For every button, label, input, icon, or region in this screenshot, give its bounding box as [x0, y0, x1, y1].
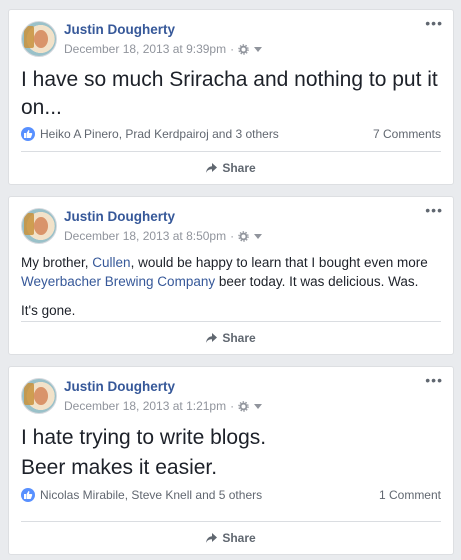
chevron-down-icon[interactable] [254, 46, 263, 52]
post-meta: December 18, 2013 at 9:39pm · [64, 42, 263, 56]
avatar-glass [24, 383, 34, 405]
like-icon [21, 488, 35, 502]
comments-count[interactable]: 1 Comment [379, 488, 441, 502]
avatar-glass [24, 213, 34, 235]
like-icon [21, 127, 35, 141]
mention-link[interactable]: Cullen [92, 255, 130, 270]
author-name[interactable]: Justin Dougherty [64, 379, 175, 394]
author-name[interactable]: Justin Dougherty [64, 209, 175, 224]
share-arrow-icon [206, 533, 218, 543]
chevron-down-icon[interactable] [254, 233, 263, 239]
reactions-text[interactable]: Nicolas Mirabile, Steve Knell and 5 othe… [40, 488, 262, 502]
post-card: Justin Dougherty December 18, 2013 at 1:… [8, 366, 454, 555]
post-meta: December 18, 2013 at 1:21pm · [64, 399, 263, 413]
more-options-icon[interactable]: ••• [425, 16, 443, 30]
post-header: Justin Dougherty December 18, 2013 at 1:… [9, 367, 453, 423]
avatar-face [34, 387, 48, 405]
gear-icon[interactable] [238, 230, 249, 242]
more-options-icon[interactable]: ••• [425, 373, 443, 387]
share-button[interactable]: Share [21, 521, 441, 554]
timestamp[interactable]: December 18, 2013 at 8:50pm [64, 229, 226, 243]
reactions-text[interactable]: Heiko A Pinero, Prad Kerdpairoj and 3 ot… [40, 127, 279, 141]
page-link[interactable]: Weyerbacher Brewing Company [21, 274, 215, 289]
gear-icon[interactable] [238, 400, 249, 412]
reactions-row: Heiko A Pinero, Prad Kerdpairoj and 3 ot… [21, 124, 441, 144]
post-text-line: Beer makes it easier. [21, 456, 218, 479]
chevron-down-icon[interactable] [254, 403, 263, 409]
more-options-icon[interactable]: ••• [425, 203, 443, 217]
avatar[interactable] [21, 208, 57, 244]
post-header: Justin Dougherty December 18, 2013 at 8:… [9, 197, 453, 253]
post-paragraph: It's gone. [21, 303, 76, 318]
share-arrow-icon [206, 333, 218, 343]
avatar-face [34, 217, 48, 235]
post-body: I have so much Sriracha and nothing to p… [9, 66, 453, 122]
post-paragraph: My brother, Cullen, would be happy to le… [21, 253, 441, 291]
post-body: My brother, Cullen, would be happy to le… [9, 253, 453, 320]
post-text: My brother, [21, 255, 93, 270]
timestamp[interactable]: December 18, 2013 at 9:39pm [64, 42, 226, 56]
post-text: , would be happy to learn that I bought … [130, 255, 428, 270]
timestamp[interactable]: December 18, 2013 at 1:21pm [64, 399, 226, 413]
post-text-line: I hate trying to write blogs. [21, 426, 267, 449]
share-arrow-icon [206, 163, 218, 173]
post-header: Justin Dougherty December 18, 2013 at 9:… [9, 10, 453, 66]
post-card: Justin Dougherty December 18, 2013 at 8:… [8, 196, 454, 355]
avatar[interactable] [21, 378, 57, 414]
post-card: Justin Dougherty December 18, 2013 at 9:… [8, 9, 454, 185]
author-name[interactable]: Justin Dougherty [64, 22, 175, 37]
avatar[interactable] [21, 21, 57, 57]
share-label: Share [222, 161, 256, 175]
avatar-glass [24, 26, 34, 48]
post-text-line: I have so much Sriracha and nothing to p… [21, 68, 438, 119]
post-meta: December 18, 2013 at 8:50pm · [64, 229, 263, 243]
share-label: Share [222, 531, 256, 545]
share-label: Share [222, 331, 256, 345]
gear-icon[interactable] [238, 43, 249, 55]
post-body: I hate trying to write blogs. Beer makes… [9, 423, 453, 483]
avatar-face [34, 30, 48, 48]
share-button[interactable]: Share [21, 151, 441, 184]
post-text: beer today. It was delicious. Was. [215, 274, 419, 289]
comments-count[interactable]: 7 Comments [373, 127, 441, 141]
reactions-row: Nicolas Mirabile, Steve Knell and 5 othe… [21, 485, 441, 505]
share-button[interactable]: Share [21, 321, 441, 354]
